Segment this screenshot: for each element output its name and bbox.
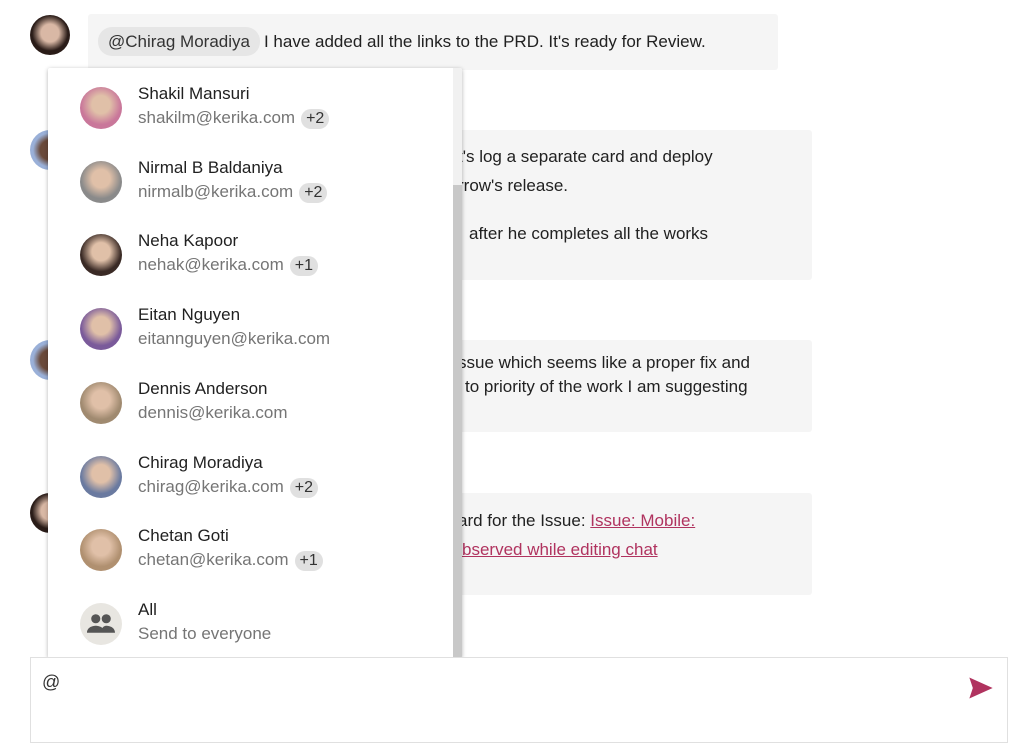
mention-email: eitannguyen@kerika.com [138, 329, 330, 349]
message-text: ard for the Issue: Issue: Mobile: [458, 511, 695, 531]
avatar [80, 234, 122, 277]
mention-dropdown: Shakil Mansuri shakilm@kerika.com +2 Nirmal… [48, 68, 462, 658]
message-bubble: @Chirag Moradiya I have added all the lin… [88, 14, 778, 70]
mention-email: nehak@kerika.com +1 [138, 255, 319, 277]
mention-name: Chetan Goti [138, 526, 229, 546]
mention-name: Dennis Anderson [138, 378, 268, 398]
mention-email: chirag@kerika.com +2 [138, 477, 318, 498]
email-text: nirmalb@kerika.com [138, 181, 294, 201]
message-text: ssue which seems like a proper fix and [458, 353, 750, 372]
count-badge: +2 [289, 477, 318, 498]
email-text: Send to everyone [138, 623, 272, 643]
message-input-value[interactable]: @ [42, 672, 60, 693]
mention-name: All [138, 599, 157, 619]
group-icon [80, 602, 122, 645]
count-badge: +1 [294, 551, 323, 572]
mention-name: Neha Kapoor [138, 231, 239, 251]
mention-email: shakilm@kerika.com +2 [138, 108, 330, 129]
mention-option[interactable]: Neha Kapoor nehak@kerika.com +1 [48, 217, 453, 291]
count-badge: +2 [301, 109, 330, 129]
message-text: rrow's release. [458, 176, 569, 195]
mention-name: Shakil Mansuri [138, 84, 250, 103]
mention-name: Eitan Nguyen [138, 305, 241, 325]
email-text: chirag@kerika.com [138, 476, 284, 496]
mention-option[interactable]: Chirag Moradiya chirag@kerika.com +2 [48, 439, 453, 513]
avatar [80, 529, 122, 572]
mention-option[interactable]: Eitan Nguyen eitannguyen@kerika.com [48, 291, 453, 365]
message-text: ard for the Issue: [458, 511, 591, 530]
email-text: dennis@kerika.com [138, 402, 288, 422]
mention-option[interactable]: All Send to everyone [48, 586, 453, 658]
message-text: I have added all the links to the PRD. I… [263, 32, 706, 51]
avatar [80, 308, 122, 351]
mention-email: chetan@kerika.com +1 [138, 550, 323, 572]
email-text: eitannguyen@kerika.com [138, 329, 331, 349]
mention-email: dennis@kerika.com [138, 403, 288, 423]
avatar [80, 160, 122, 203]
email-text: shakilm@kerika.com [138, 108, 296, 127]
avatar [80, 381, 122, 424]
avatar [80, 87, 122, 129]
count-badge: +1 [289, 256, 319, 277]
avatar [30, 15, 70, 55]
email-text: nehak@kerika.com [138, 255, 284, 275]
mention-option[interactable]: Chetan Goti chetan@kerika.com +1 [48, 512, 453, 586]
mention-option[interactable]: Shakil Mansuri shakilm@kerika.com +2 [48, 70, 453, 144]
mention-option[interactable]: Dennis Anderson dennis@kerika.com [48, 365, 453, 439]
avatar [80, 455, 122, 498]
message-text: after he completes all the works [469, 224, 709, 243]
email-text: chetan@kerika.com [138, 550, 289, 570]
mention-name: Chirag Moradiya [138, 452, 263, 472]
card-link[interactable]: Issue: Mobile: [590, 511, 695, 530]
send-icon[interactable] [965, 674, 997, 702]
scrollbar-thumb[interactable] [453, 185, 462, 658]
card-link[interactable]: bserved while editing chat [462, 540, 658, 560]
mention-email: nirmalb@kerika.com +2 [138, 181, 328, 203]
mention-email: Send to everyone [138, 624, 271, 644]
mention-name: Nirmal B Baldaniya [138, 157, 283, 177]
mention-option[interactable]: Nirmal B Baldaniya nirmalb@kerika.com +2 [48, 144, 453, 218]
mention-chip[interactable]: @Chirag Moradiya [98, 27, 260, 56]
message-text: to priority of the work I am suggesting [465, 377, 748, 396]
message-input[interactable]: @ [30, 657, 1008, 743]
message-text: t's log a separate card and deploy [458, 147, 713, 166]
count-badge: +2 [299, 182, 328, 203]
